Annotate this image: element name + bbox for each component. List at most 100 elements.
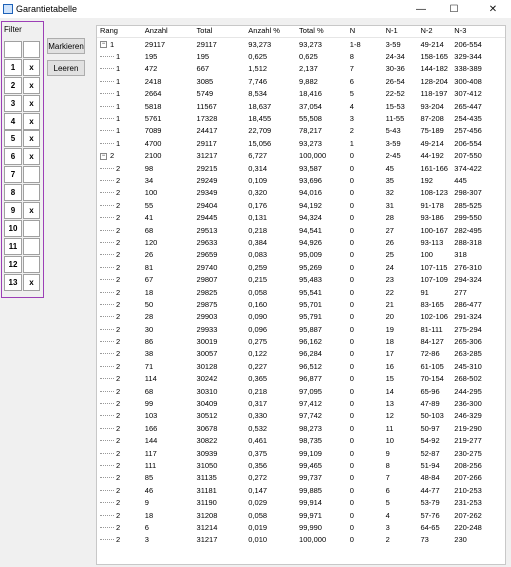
table-row[interactable]: 1 2664 5749 8,534 18,416 5 22-52 118-197 307-412 <box>97 88 505 100</box>
filter-row[interactable]: 8 <box>4 184 41 202</box>
table-row[interactable]: 1 7089 24417 22,709 78,217 2 5-43 75-189 257-456 <box>97 125 505 137</box>
table-row[interactable]: 2 81 29740 0,259 95,269 0 24 107-115 276-310 <box>97 261 505 273</box>
table-cell: 18 <box>144 510 154 520</box>
filter-row[interactable]: 5x <box>4 130 41 148</box>
collapse-icon[interactable]: − <box>100 41 107 49</box>
table-row[interactable]: 2 120 29633 0,384 94,926 0 26 93-113 288-318 <box>97 236 505 248</box>
filter-mark-cell[interactable]: x <box>23 76 40 94</box>
filter-row[interactable]: 9x <box>4 202 41 220</box>
filter-mark-cell[interactable]: x <box>23 148 40 166</box>
table-row[interactable]: 2 99 30409 0,317 97,412 0 13 47-89 236-300 <box>97 397 505 409</box>
table-cell: 0,058 <box>248 287 268 297</box>
column-header[interactable]: Anzahl <box>142 26 194 37</box>
table-row[interactable]: 2 30 29933 0,096 95,887 0 19 81-111 275-294 <box>97 323 505 335</box>
filter-mark-cell[interactable] <box>23 166 40 184</box>
table-row[interactable]: 2 55 29404 0,176 94,192 0 31 91-178 285-525 <box>97 199 505 211</box>
table-row[interactable]: 2 98 29215 0,314 93,587 0 45 161-166 374-422 <box>97 162 505 174</box>
filter-row[interactable]: 2x <box>4 76 41 95</box>
filter-number-cell[interactable]: 6 <box>4 148 22 166</box>
filter-mark-cell[interactable] <box>23 219 40 237</box>
filter-row[interactable]: 3x <box>4 94 41 113</box>
filter-row[interactable]: 11 <box>4 237 41 256</box>
filter-number-cell[interactable]: 2 <box>4 76 22 94</box>
filter-row[interactable]: 10 <box>4 219 41 238</box>
filter-mark-cell[interactable] <box>23 255 40 273</box>
filter-number-cell[interactable]: 7 <box>4 166 22 184</box>
filter-number-cell[interactable]: 12 <box>4 255 22 273</box>
table-row[interactable]: 2 111 31050 0,356 99,465 0 8 51-94 208-256 <box>97 459 505 471</box>
table-row[interactable]: 2 71 30128 0,227 96,512 0 16 61-105 245-310 <box>97 360 505 372</box>
column-header[interactable]: N-2 <box>417 26 451 37</box>
filter-mark-cell[interactable]: x <box>23 112 40 130</box>
table-row[interactable]: 2 38 30057 0,122 96,284 0 17 72-86 263-285 <box>97 348 505 360</box>
table-row[interactable]: 2 6 31214 0,019 99,990 0 3 64-65 220-248 <box>97 521 505 533</box>
filter-row[interactable]: 7 <box>4 166 41 184</box>
table-row[interactable]: 2 41 29445 0,131 94,324 0 28 93-186 299-550 <box>97 211 505 223</box>
filter-mark-cell[interactable]: x <box>23 130 40 148</box>
filter-number-cell[interactable]: 11 <box>4 237 22 255</box>
minimize-button[interactable]: — <box>406 0 436 18</box>
table-group-row[interactable]: −2 2100 31217 6,727 100,000 0 2-45 44-192 207-55… <box>97 150 505 162</box>
column-header[interactable]: Total % <box>296 26 347 37</box>
table-row[interactable]: 2 166 30678 0,532 98,273 0 11 50-97 219-290 <box>97 422 505 434</box>
table-row[interactable]: 1 5761 17328 18,455 55,508 3 11-55 87-208 254-43… <box>97 112 505 124</box>
table-row[interactable]: 2 68 30310 0,218 97,095 0 14 65-96 244-295 <box>97 385 505 397</box>
filter-number-cell[interactable]: 8 <box>4 184 22 202</box>
column-header[interactable]: Total <box>194 26 246 37</box>
filter-mark-cell[interactable]: x <box>23 58 40 76</box>
collapse-icon[interactable]: − <box>100 152 107 160</box>
filter-number-cell[interactable]: 5 <box>4 130 22 148</box>
column-header[interactable]: Rang <box>97 26 142 37</box>
table-row[interactable]: 1 2418 3085 7,746 9,882 6 26-54 128-204 300-408 <box>97 75 505 87</box>
guarantee-table[interactable]: Rang Anzahl Total Anzahl % Total % N N-1 N-2 N-3… <box>96 25 506 565</box>
filter-number-cell[interactable]: 4 <box>4 112 22 130</box>
table-row[interactable]: 2 26 29659 0,083 95,009 0 25 100 318 <box>97 249 505 261</box>
table-row[interactable]: 2 117 30939 0,375 99,109 0 9 52-87 230-275 <box>97 447 505 459</box>
filter-mark-cell[interactable] <box>23 184 40 202</box>
filter-mark-cell[interactable] <box>23 237 40 255</box>
maximize-button[interactable]: ☐ <box>439 0 469 18</box>
table-row[interactable]: 2 67 29807 0,215 95,483 0 23 107-109 294-324 <box>97 273 505 285</box>
filter-row[interactable]: 13 x <box>4 273 41 292</box>
mark-button[interactable]: Markieren <box>47 38 85 54</box>
table-row[interactable]: 2 9 31190 0,029 99,914 0 5 53-79 231-253 <box>97 496 505 508</box>
filter-row[interactable]: 6x <box>4 148 41 166</box>
table-row[interactable]: 2 114 30242 0,365 96,877 0 15 70-154 268-502 <box>97 373 505 385</box>
column-header[interactable]: N <box>347 26 383 37</box>
filter-mark-cell[interactable]: x <box>23 202 40 220</box>
table-row[interactable]: 2 85 31135 0,272 99,737 0 7 48-84 207-266 <box>97 472 505 484</box>
filter-mark-cell[interactable]: x <box>23 273 40 291</box>
table-cell: 231-253 <box>454 498 482 508</box>
table-row[interactable]: 1 195 195 0,625 0,625 8 24-34 158-165 329-344 <box>97 50 505 62</box>
column-header[interactable]: Anzahl % <box>245 26 296 37</box>
table-row[interactable]: 2 144 30822 0,461 98,735 0 10 54-92 219-277 <box>97 435 505 447</box>
table-row[interactable]: 2 34 29249 0,109 93,696 0 35 192 445 <box>97 174 505 186</box>
table-row[interactable]: 2 3 31217 0,010 100,000 0 2 73 230 <box>97 534 505 546</box>
table-row[interactable]: 2 46 31181 0,147 99,885 0 6 44-77 210-253 <box>97 484 505 496</box>
table-row[interactable]: 1 5818 11567 18,637 37,054 4 15-53 93-204 265-44… <box>97 100 505 112</box>
table-row[interactable]: 2 50 29875 0,160 95,701 0 21 83-165 286-477 <box>97 298 505 310</box>
table-row[interactable]: 1 4700 29117 15,056 93,273 1 3-59 49-214 206-554 <box>97 137 505 149</box>
table-row[interactable]: 2 103 30512 0,330 97,742 0 12 50-103 246-329 <box>97 410 505 422</box>
filter-number-cell[interactable]: 10 <box>4 219 22 237</box>
close-button[interactable]: ✕ <box>478 0 508 18</box>
table-row[interactable]: 2 18 29825 0,058 95,541 0 22 91 277 <box>97 286 505 298</box>
column-header[interactable]: N-1 <box>383 26 418 37</box>
filter-number-cell[interactable]: 9 <box>4 202 22 220</box>
filter-row[interactable]: 12 <box>4 255 41 274</box>
filter-number-cell[interactable]: 13 <box>4 273 22 291</box>
filter-number-cell[interactable]: 3 <box>4 94 22 112</box>
table-row[interactable]: 2 28 29903 0,090 95,791 0 20 102-106 291-324 <box>97 311 505 323</box>
table-row[interactable]: 1 472 667 1,512 2,137 7 30-36 144-182 338-389 <box>97 63 505 75</box>
table-row[interactable]: 2 68 29513 0,218 94,541 0 27 100-167 282-495 <box>97 224 505 236</box>
filter-number-cell[interactable]: 1 <box>4 58 22 76</box>
table-group-row[interactable]: −1 29117 29117 93,273 93,273 1-8 3-59 49-214 206… <box>97 38 505 50</box>
table-row[interactable]: 2 86 30019 0,275 96,162 0 18 84-127 265-306 <box>97 335 505 347</box>
filter-mark-cell[interactable]: x <box>23 94 40 112</box>
clear-button[interactable]: Leeren <box>47 60 85 76</box>
column-header[interactable]: N-3 <box>451 26 505 37</box>
table-row[interactable]: 2 18 31208 0,058 99,971 0 4 57-76 207-262 <box>97 509 505 521</box>
table-row[interactable]: 2 100 29349 0,320 94,016 0 32 108-123 298-307 <box>97 187 505 199</box>
filter-row[interactable]: 4x <box>4 112 41 131</box>
filter-row[interactable]: 1x <box>4 58 41 77</box>
